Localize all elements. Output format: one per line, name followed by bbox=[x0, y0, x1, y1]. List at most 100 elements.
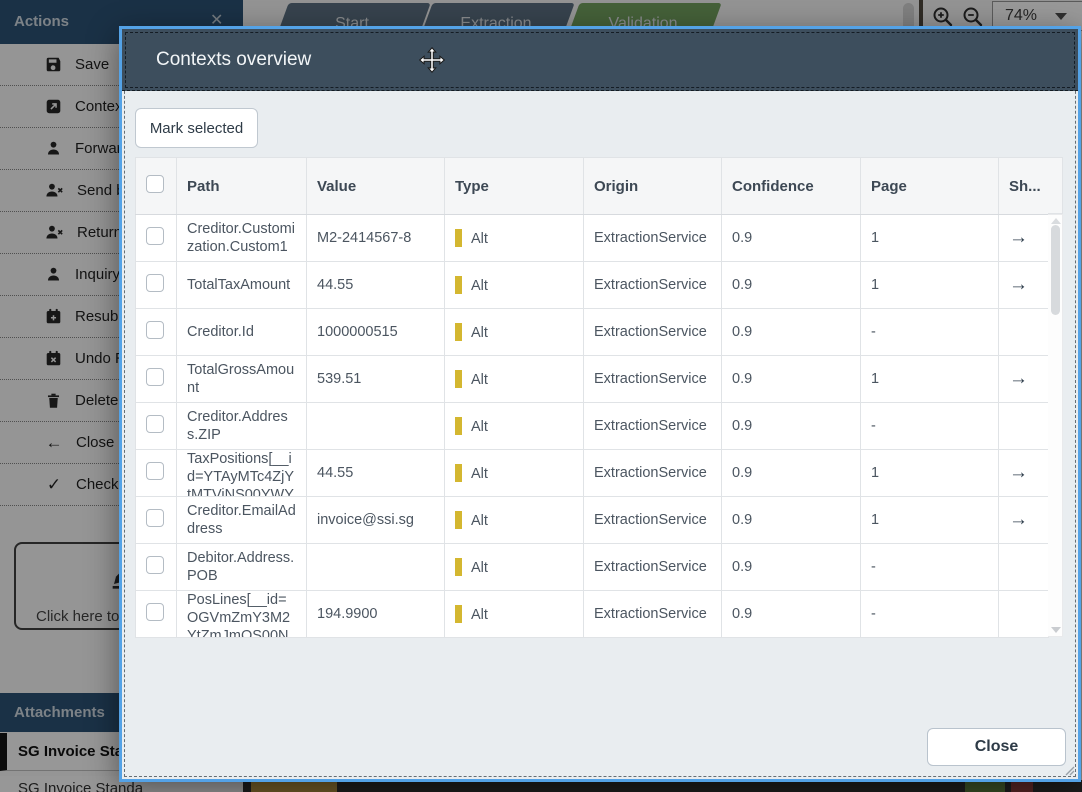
cell-path: Debitor.Address.POB bbox=[187, 550, 295, 584]
type-color-bar bbox=[455, 323, 462, 341]
cell-type: Alt bbox=[471, 325, 488, 341]
cell-path: Creditor.EmailAddress bbox=[187, 503, 296, 537]
column-header-type: Type bbox=[444, 157, 584, 215]
table-row[interactable]: Creditor.Address.ZIP Alt ExtractionServi… bbox=[135, 402, 1049, 450]
table-scrollbar-track[interactable] bbox=[1048, 214, 1063, 637]
type-color-bar bbox=[455, 276, 462, 294]
cell-path: Creditor.Address.ZIP bbox=[187, 409, 288, 443]
cell-confidence: 0.9 bbox=[721, 355, 861, 403]
goto-page-arrow[interactable]: → bbox=[1009, 368, 1028, 389]
cell-origin: ExtractionService bbox=[583, 214, 722, 262]
cell-path: TotalGrossAmount bbox=[187, 362, 295, 396]
scroll-up-icon[interactable] bbox=[1051, 218, 1061, 224]
row-checkbox[interactable] bbox=[146, 603, 164, 621]
cell-value bbox=[306, 402, 445, 450]
modal-close-button[interactable]: Close bbox=[927, 728, 1066, 766]
goto-page-arrow[interactable]: → bbox=[1009, 462, 1028, 483]
column-header-path: Path bbox=[176, 157, 307, 215]
row-checkbox[interactable] bbox=[146, 509, 164, 527]
cell-type: Alt bbox=[471, 607, 488, 623]
cell-confidence: 0.9 bbox=[721, 449, 861, 497]
type-color-bar bbox=[455, 558, 462, 576]
cell-page: 1 bbox=[860, 449, 999, 497]
cell-page: - bbox=[860, 308, 999, 356]
cell-path: Creditor.Id bbox=[187, 324, 254, 340]
cell-confidence: 0.9 bbox=[721, 543, 861, 591]
contexts-overview-modal: Contexts overview Mark selected Path Val… bbox=[119, 26, 1081, 782]
cell-path: TotalTaxAmount bbox=[187, 277, 291, 293]
cell-type: Alt bbox=[471, 419, 488, 435]
table-header-row: Path Value Type Origin Confidence Page S… bbox=[135, 157, 1049, 215]
table-row[interactable]: Debitor.Address.POB Alt ExtractionServic… bbox=[135, 543, 1049, 591]
table-row[interactable]: TaxPositions[__id=YTAyMTc4ZjYtMTViNS00YW… bbox=[135, 449, 1049, 497]
cell-page: - bbox=[860, 543, 999, 591]
modal-title: Contexts overview bbox=[156, 49, 312, 70]
cell-origin: ExtractionService bbox=[583, 355, 722, 403]
cell-origin: ExtractionService bbox=[583, 590, 722, 638]
table-row[interactable]: Creditor.Id 1000000515 Alt ExtractionSer… bbox=[135, 308, 1049, 356]
column-header-origin: Origin bbox=[583, 157, 722, 215]
scroll-down-icon[interactable] bbox=[1051, 627, 1061, 633]
type-color-bar bbox=[455, 511, 462, 529]
row-checkbox[interactable] bbox=[146, 368, 164, 386]
row-checkbox[interactable] bbox=[146, 274, 164, 292]
cell-type: Alt bbox=[471, 231, 488, 247]
type-color-bar bbox=[455, 417, 462, 435]
table-scrollbar bbox=[1048, 157, 1063, 637]
cell-page: 1 bbox=[860, 214, 999, 262]
cell-value: 44.55 bbox=[306, 449, 445, 497]
cell-value: 44.55 bbox=[306, 261, 445, 309]
cell-origin: ExtractionService bbox=[583, 449, 722, 497]
mark-selected-button[interactable]: Mark selected bbox=[135, 108, 258, 148]
column-header-show: Sh... bbox=[998, 157, 1049, 215]
cell-page: 1 bbox=[860, 261, 999, 309]
cell-type: Alt bbox=[471, 372, 488, 388]
table-row[interactable]: TotalGrossAmount 539.51 Alt ExtractionSe… bbox=[135, 355, 1049, 403]
cell-path: PosLines[__id=OGVmZmY3M2YtZmJmOS00NGFkLW… bbox=[187, 592, 291, 637]
cell-page: - bbox=[860, 402, 999, 450]
row-checkbox[interactable] bbox=[146, 415, 164, 433]
column-header-confidence: Confidence bbox=[721, 157, 861, 215]
goto-page-arrow[interactable]: → bbox=[1009, 227, 1028, 248]
select-all-checkbox[interactable] bbox=[146, 175, 164, 193]
goto-page-arrow[interactable]: → bbox=[1009, 274, 1028, 295]
cell-confidence: 0.9 bbox=[721, 261, 861, 309]
table-row[interactable]: TotalTaxAmount 44.55 Alt ExtractionServi… bbox=[135, 261, 1049, 309]
cell-page: 1 bbox=[860, 355, 999, 403]
cell-type: Alt bbox=[471, 278, 488, 294]
row-checkbox[interactable] bbox=[146, 321, 164, 339]
row-checkbox[interactable] bbox=[146, 556, 164, 574]
cell-confidence: 0.9 bbox=[721, 402, 861, 450]
modal-drag-header[interactable]: Contexts overview bbox=[122, 29, 1078, 91]
type-color-bar bbox=[455, 229, 462, 247]
cell-origin: ExtractionService bbox=[583, 496, 722, 544]
row-checkbox[interactable] bbox=[146, 227, 164, 245]
cell-origin: ExtractionService bbox=[583, 543, 722, 591]
cell-value: invoice@ssi.sg bbox=[306, 496, 445, 544]
cell-value: M2-2414567-8 bbox=[306, 214, 445, 262]
move-cursor-icon bbox=[418, 46, 446, 74]
cell-origin: ExtractionService bbox=[583, 402, 722, 450]
cell-value: 1000000515 bbox=[306, 308, 445, 356]
type-color-bar bbox=[455, 605, 462, 623]
cell-page: 1 bbox=[860, 496, 999, 544]
cell-confidence: 0.9 bbox=[721, 496, 861, 544]
goto-page-arrow[interactable]: → bbox=[1009, 509, 1028, 530]
screen: Actions ✕ Save Contexts Forward Send bac… bbox=[0, 0, 1082, 792]
column-header-value: Value bbox=[306, 157, 445, 215]
cell-type: Alt bbox=[471, 513, 488, 529]
resize-handle[interactable] bbox=[1062, 763, 1075, 776]
table-row[interactable]: Creditor.EmailAddress invoice@ssi.sg Alt… bbox=[135, 496, 1049, 544]
table-scrollbar-thumb[interactable] bbox=[1051, 225, 1060, 315]
table-row[interactable]: PosLines[__id=OGVmZmY3M2YtZmJmOS00NGFkLW… bbox=[135, 590, 1049, 638]
row-checkbox[interactable] bbox=[146, 462, 164, 480]
column-header-page: Page bbox=[860, 157, 999, 215]
table-row[interactable]: Creditor.Customization.Custom1 M2-241456… bbox=[135, 214, 1049, 262]
cell-origin: ExtractionService bbox=[583, 308, 722, 356]
cell-confidence: 0.9 bbox=[721, 590, 861, 638]
cell-value: 539.51 bbox=[306, 355, 445, 403]
cell-page: - bbox=[860, 590, 999, 638]
cell-value bbox=[306, 543, 445, 591]
type-color-bar bbox=[455, 464, 462, 482]
cell-confidence: 0.9 bbox=[721, 214, 861, 262]
